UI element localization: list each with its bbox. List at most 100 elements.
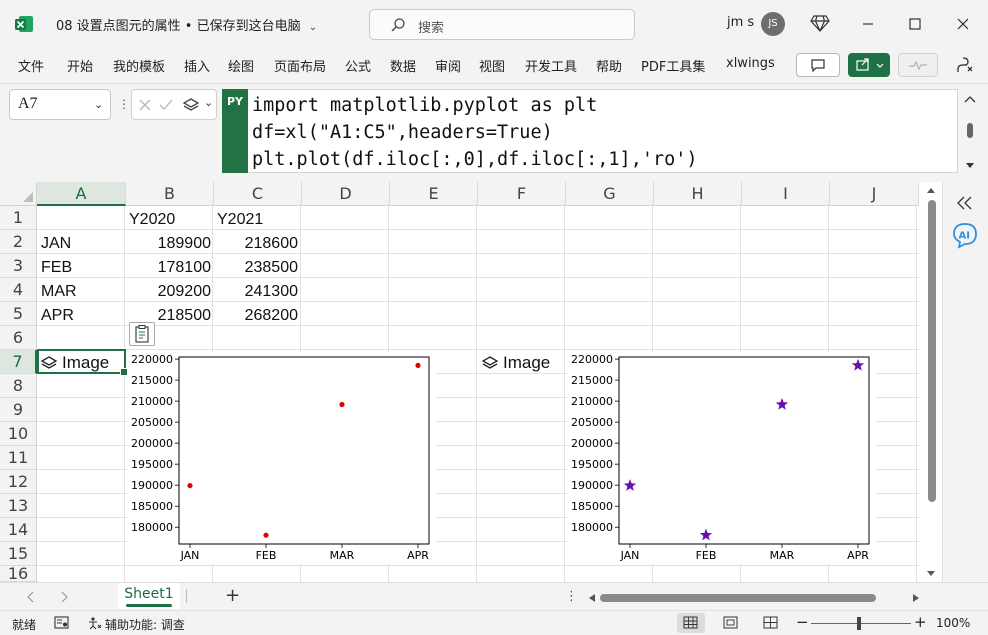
tab-view[interactable]: 视图 (479, 56, 505, 75)
tab-home[interactable]: 开始 (67, 56, 93, 75)
close-icon[interactable] (951, 12, 975, 36)
row-header-2[interactable]: 2 (0, 230, 37, 254)
cell-c5[interactable]: 268200 (214, 304, 298, 328)
horizontal-scrollbar[interactable] (588, 592, 922, 604)
column-header-j[interactable]: J (830, 182, 919, 206)
scroll-down-icon[interactable] (926, 570, 936, 578)
premium-diamond-icon[interactable] (809, 13, 831, 33)
enter-check-icon[interactable] (158, 98, 174, 112)
add-sheet-button[interactable]: + (225, 585, 240, 606)
copilot-icon[interactable] (954, 54, 976, 76)
vertical-scrollbar[interactable] (922, 182, 940, 582)
row-header-12[interactable]: 12 (0, 470, 37, 494)
row-header-9[interactable]: 9 (0, 398, 37, 422)
zoom-slider-thumb[interactable] (857, 617, 861, 630)
select-all-corner[interactable] (0, 182, 37, 206)
search-box[interactable]: 搜索 (369, 9, 635, 40)
cell-b4[interactable]: 209200 (126, 280, 211, 304)
cell-a3[interactable]: FEB (41, 256, 72, 280)
tab-xlwings[interactable]: xlwings (726, 56, 775, 71)
cell-a5[interactable]: APR (41, 304, 74, 328)
scrollbar-thumb[interactable] (600, 594, 876, 602)
tab-file[interactable]: 文件 (18, 56, 44, 75)
row-header-3[interactable]: 3 (0, 254, 37, 278)
ai-assistant-icon[interactable]: AI (951, 221, 979, 249)
column-header-d[interactable]: D (302, 182, 390, 206)
column-header-c[interactable]: C (214, 182, 302, 206)
scrollbar-thumb[interactable] (928, 200, 936, 502)
row-header-7[interactable]: 7 (0, 350, 37, 374)
paste-options-button[interactable] (129, 322, 155, 346)
scroll-up-icon[interactable] (926, 186, 936, 194)
cell-b1[interactable]: Y2020 (129, 208, 175, 232)
column-header-b[interactable]: B (126, 182, 214, 206)
collapse-panel-icon[interactable] (955, 195, 975, 211)
tab-page-layout[interactable]: 页面布局 (274, 56, 326, 75)
zoom-out-button[interactable]: − (796, 613, 809, 631)
sheet-tab-sheet1[interactable]: Sheet1 (118, 583, 180, 609)
normal-view-button[interactable] (677, 613, 705, 633)
python-code-editor[interactable]: import matplotlib.pyplot as plt df=xl("A… (248, 89, 958, 173)
cell-b3[interactable]: 178100 (126, 256, 211, 280)
cell-f7[interactable]: Image (481, 351, 550, 375)
column-header-e[interactable]: E (390, 182, 478, 206)
more-dots-icon[interactable]: ⋮ (565, 589, 578, 604)
cell-c1[interactable]: Y2021 (217, 208, 263, 232)
tab-developer[interactable]: 开发工具 (525, 56, 577, 75)
cell-a4[interactable]: MAR (41, 280, 77, 304)
column-header-g[interactable]: G (566, 182, 654, 206)
zoom-in-button[interactable]: + (914, 613, 927, 631)
minimize-icon[interactable] (856, 12, 880, 36)
scroll-left-icon[interactable] (588, 593, 596, 603)
cell-c3[interactable]: 238500 (214, 256, 298, 280)
scatter-chart-red-dots[interactable]: 180000 185000 190000 195000 200000 205000 2100… (127, 352, 436, 564)
row-header-11[interactable]: 11 (0, 446, 37, 470)
page-break-view-button[interactable] (757, 613, 785, 633)
chevron-left-icon[interactable] (26, 591, 36, 603)
share-button[interactable] (848, 53, 890, 77)
column-header-f[interactable]: F (478, 182, 566, 206)
row-header-14[interactable]: 14 (0, 518, 37, 542)
scatter-chart-purple-stars[interactable]: 180000 185000 190000 195000 200000 205000 2100… (567, 352, 876, 564)
tab-data[interactable]: 数据 (390, 56, 416, 75)
row-header-10[interactable]: 10 (0, 422, 37, 446)
tab-my-templates[interactable]: 我的模板 (113, 56, 165, 75)
column-header-a[interactable]: A (37, 182, 126, 206)
tab-pdf-tools[interactable]: PDF工具集 (641, 56, 705, 75)
comments-button[interactable] (796, 53, 840, 77)
row-header-4[interactable]: 4 (0, 278, 37, 302)
column-header-h[interactable]: H (654, 182, 742, 206)
cell-b2[interactable]: 189900 (126, 232, 211, 256)
zoom-level[interactable]: 100% (936, 616, 970, 630)
scroll-right-icon[interactable] (912, 593, 920, 603)
cancel-icon[interactable] (138, 98, 152, 112)
row-header-5[interactable]: 5 (0, 302, 37, 326)
row-header-1[interactable]: 1 (0, 206, 37, 230)
row-header-15[interactable]: 15 (0, 542, 37, 566)
tab-help[interactable]: 帮助 (596, 56, 622, 75)
row-header-6[interactable]: 6 (0, 326, 37, 350)
macro-record-icon[interactable] (54, 616, 70, 630)
tab-formulas[interactable]: 公式 (345, 56, 371, 75)
formula-scrollbar[interactable] (960, 89, 980, 173)
cell-c2[interactable]: 218600 (214, 232, 298, 256)
page-layout-view-button[interactable] (717, 613, 745, 633)
row-header-8[interactable]: 8 (0, 374, 37, 398)
row-header-13[interactable]: 13 (0, 494, 37, 518)
chevron-right-icon[interactable] (59, 591, 69, 603)
document-title[interactable]: 08 设置点图元的属性 • 已保存到这台电脑 ⌄ (56, 15, 317, 34)
layers-icon[interactable] (182, 97, 200, 113)
tab-draw[interactable]: 绘图 (228, 56, 254, 75)
avatar[interactable]: JS (761, 12, 785, 36)
user-name[interactable]: jm s (727, 15, 754, 30)
zoom-slider-track[interactable] (811, 623, 911, 624)
cell-c4[interactable]: 241300 (214, 280, 298, 304)
tab-review[interactable]: 审阅 (435, 56, 461, 75)
row-header-16[interactable]: 16 (0, 566, 37, 582)
name-box[interactable]: A7 ⌄ (9, 89, 111, 120)
chevron-down-icon[interactable]: ⌄ (204, 96, 213, 109)
cell-a2[interactable]: JAN (41, 232, 71, 256)
column-header-i[interactable]: I (742, 182, 830, 206)
maximize-icon[interactable] (903, 12, 927, 36)
tab-insert[interactable]: 插入 (184, 56, 210, 75)
